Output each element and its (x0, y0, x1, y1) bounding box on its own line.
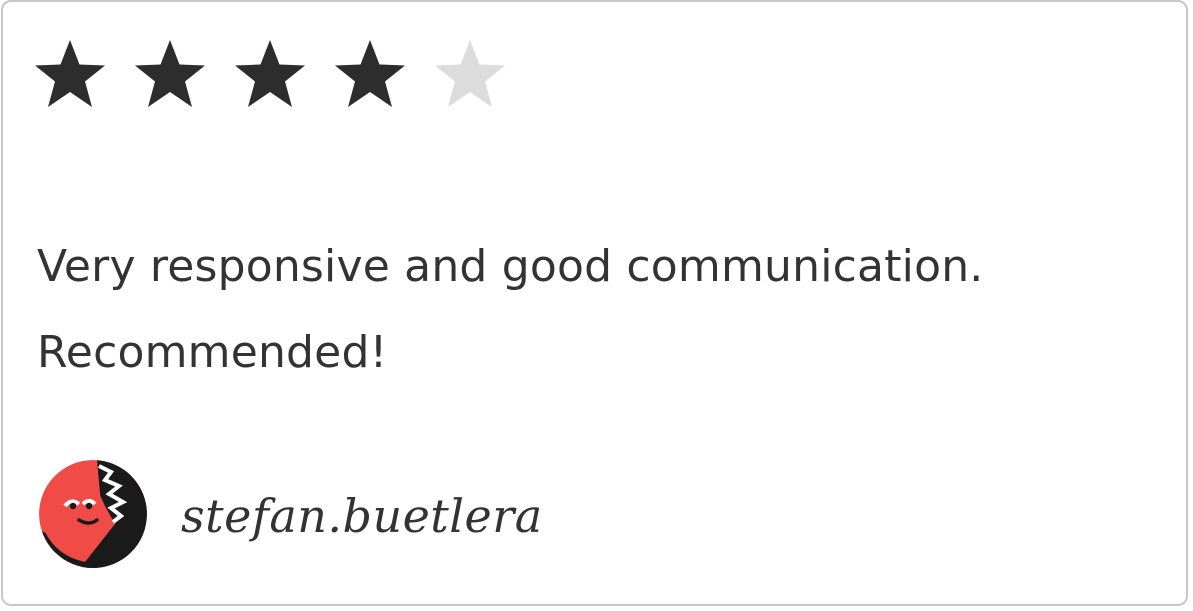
star-icon (433, 38, 507, 110)
star-icon (33, 38, 107, 110)
reviewer-name[interactable]: stefan.buetlera (181, 489, 543, 543)
star-rating (33, 38, 507, 110)
star-icon (333, 38, 407, 110)
reviewer: stefan.buetlera (39, 460, 543, 568)
star-icon (133, 38, 207, 110)
review-card: Very responsive and good communication. … (1, 0, 1188, 606)
star-icon (233, 38, 307, 110)
review-text: Very responsive and good communication. … (37, 241, 984, 378)
avatar[interactable] (39, 460, 147, 568)
